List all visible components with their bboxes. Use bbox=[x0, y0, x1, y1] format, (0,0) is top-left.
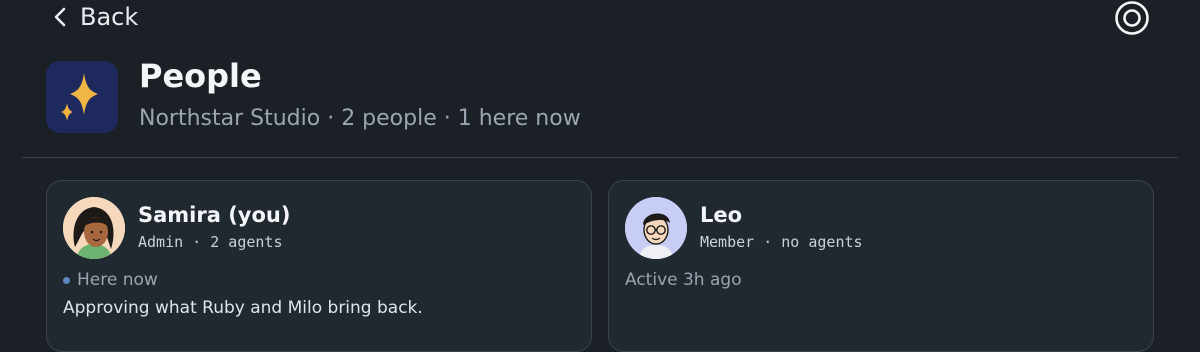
top-bar: Back bbox=[0, 0, 1200, 36]
person-card-leo[interactable]: Leo Member · no agents Active 3h ago bbox=[608, 180, 1154, 352]
avatar bbox=[63, 197, 125, 259]
circle-menu-icon bbox=[1115, 1, 1149, 35]
chevron-left-icon bbox=[52, 5, 68, 29]
presence-label: Active 3h ago bbox=[625, 270, 742, 290]
header-divider bbox=[22, 157, 1178, 158]
page-title: People bbox=[139, 57, 262, 95]
avatar bbox=[625, 197, 687, 259]
status-note: Approving what Ruby and Milo bring back. bbox=[63, 298, 423, 318]
person-name: Samira (you) bbox=[138, 203, 291, 227]
person-role-meta: Admin · 2 agents bbox=[138, 233, 283, 251]
presence-status: Active 3h ago bbox=[625, 269, 742, 291]
person-avatar-icon bbox=[625, 197, 687, 259]
person-role-meta: Member · no agents bbox=[700, 233, 863, 251]
workspace-logo bbox=[46, 61, 118, 133]
back-label: Back bbox=[80, 3, 139, 31]
presence-label: Here now bbox=[77, 270, 158, 290]
person-name: Leo bbox=[700, 203, 743, 227]
presence-status: Here now bbox=[63, 269, 158, 291]
person-avatar-icon bbox=[63, 197, 125, 259]
sparkles-icon bbox=[61, 73, 98, 121]
page-header: People Northstar Studio · 2 people · 1 h… bbox=[46, 56, 1146, 136]
online-dot-icon bbox=[63, 276, 70, 284]
menu-button[interactable] bbox=[1114, 0, 1150, 36]
person-card-samira[interactable]: Samira (you) Admin · 2 agents Here now A… bbox=[46, 180, 592, 352]
back-button[interactable]: Back bbox=[52, 2, 138, 32]
workspace-subtitle: Northstar Studio · 2 people · 1 here now bbox=[139, 106, 581, 131]
